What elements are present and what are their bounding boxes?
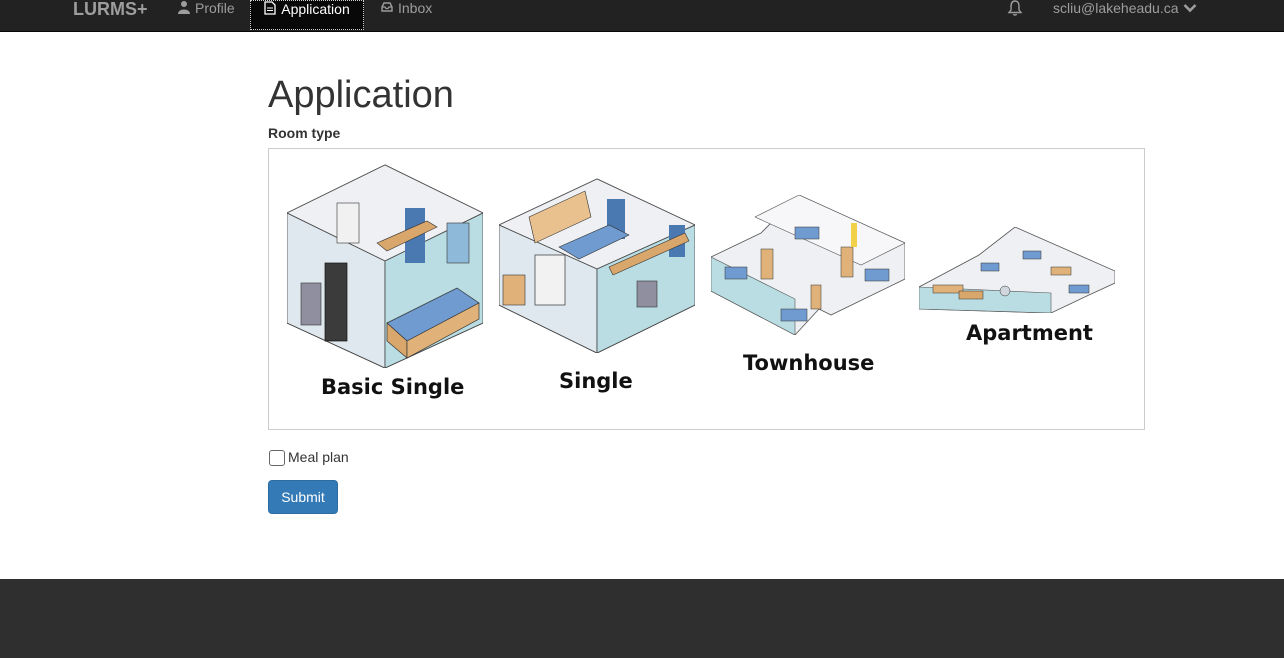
- room-caption: Single: [559, 369, 633, 393]
- brand-logo[interactable]: LURMS+: [73, 0, 148, 18]
- inbox-icon: [381, 0, 393, 14]
- room-option-single[interactable]: Single: [498, 177, 696, 397]
- top-navbar: LURMS+ Profile Application Inbox scliu@l…: [0, 0, 1284, 32]
- meal-plan-checkbox[interactable]: [269, 450, 285, 466]
- chevron-down-icon: [1183, 0, 1197, 16]
- townhouse-illustration: [710, 194, 906, 336]
- nav-item-application[interactable]: Application: [250, 0, 364, 30]
- room-type-selector: Basic Single Single Townhouse Apartment: [268, 148, 1145, 430]
- bell-icon[interactable]: [1006, 0, 1024, 16]
- nav-item-label: Application: [281, 1, 350, 17]
- basic-single-room-illustration: [286, 164, 484, 369]
- nav-item-label: Profile: [195, 0, 235, 16]
- apartment-illustration: [918, 226, 1116, 314]
- room-caption: Apartment: [966, 321, 1093, 345]
- room-option-apartment[interactable]: Apartment: [918, 226, 1116, 349]
- nav-item-profile[interactable]: Profile: [178, 0, 235, 30]
- user-menu[interactable]: scliu@lakeheadu.ca: [1053, 0, 1197, 16]
- meal-plan-option[interactable]: Meal plan: [269, 448, 349, 466]
- single-room-illustration: [498, 178, 696, 354]
- room-option-basic-single[interactable]: Basic Single: [286, 163, 484, 415]
- meal-plan-label: Meal plan: [288, 449, 349, 465]
- room-caption: Townhouse: [743, 351, 875, 375]
- room-option-townhouse[interactable]: Townhouse: [710, 194, 906, 379]
- user-email: scliu@lakeheadu.ca: [1053, 0, 1179, 16]
- page-title: Application: [268, 74, 454, 116]
- user-icon: [178, 0, 190, 14]
- room-caption: Basic Single: [321, 375, 465, 399]
- nav-item-label: Inbox: [398, 0, 433, 16]
- room-type-label: Room type: [268, 125, 341, 141]
- page-footer: [0, 579, 1284, 658]
- submit-button[interactable]: Submit: [268, 480, 338, 514]
- document-icon: [264, 1, 276, 15]
- nav-item-inbox[interactable]: Inbox: [381, 0, 432, 30]
